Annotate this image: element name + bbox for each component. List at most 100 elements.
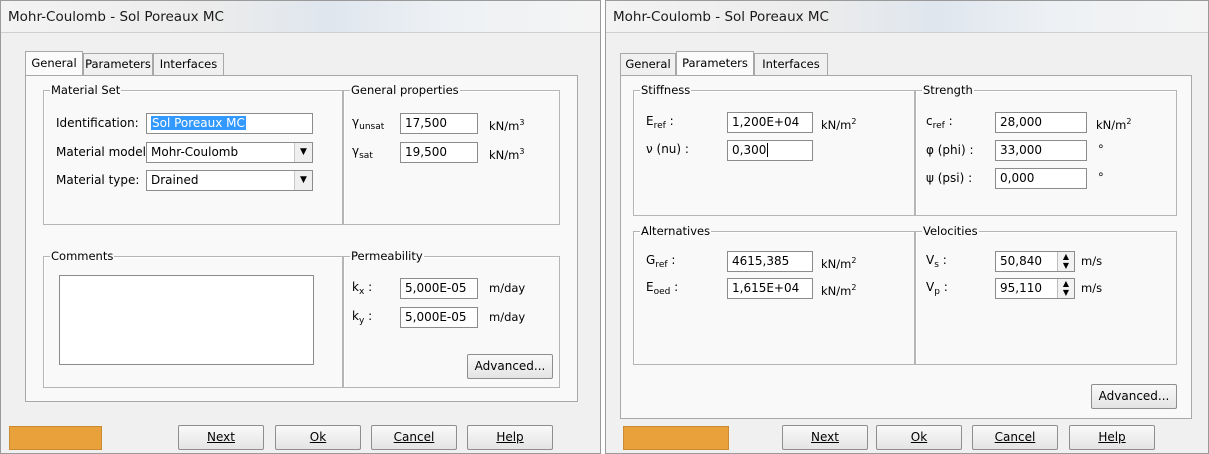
window-title: Mohr-Coulomb - Sol Poreaux MC	[8, 9, 224, 25]
chevron-down-icon[interactable]: ▼	[294, 143, 312, 162]
tab-panel: Material Set Identification: Sol Poreaux…	[25, 75, 578, 402]
unit-main: kN/m	[821, 284, 852, 298]
gamma-unsat-value: 17,500	[405, 116, 447, 130]
nu-label: ν (nu) :	[646, 142, 689, 156]
group-title: Material Set	[50, 83, 122, 97]
tab-interfaces[interactable]: Interfaces	[754, 53, 828, 75]
ok-label: Ok	[910, 430, 928, 444]
eref-input[interactable]: 1,200E+04	[727, 112, 813, 133]
alternatives-group: Alternatives Gref : 4615,385 kN/m2 Eoed …	[633, 224, 915, 365]
gamma-unsat-input[interactable]: 17,500	[400, 113, 478, 134]
gref-value: 4615,385	[732, 254, 790, 268]
help-button[interactable]: Help	[467, 425, 553, 450]
tab-general[interactable]: General	[620, 53, 676, 75]
velocities-group: Velocities Vs : 50,840 ▲ ▼ m/s Vp : 95,11…	[915, 224, 1177, 365]
gref-input[interactable]: 4615,385	[727, 251, 813, 272]
strength-group: Strength cref : 28,000 kN/m2 φ (phi) : 3…	[915, 83, 1177, 216]
tab-general[interactable]: General	[25, 51, 83, 75]
cref-input[interactable]: 28,000	[995, 112, 1087, 133]
advanced-button[interactable]: Advanced...	[467, 354, 553, 379]
comments-group: Comments	[43, 249, 343, 388]
text-caret	[767, 143, 769, 157]
gref-label: Gref :	[646, 253, 676, 270]
identification-value: Sol Poreaux MC	[151, 116, 246, 130]
group-title: Strength	[922, 83, 974, 97]
material-type-select[interactable]: Drained ▼	[146, 170, 313, 191]
eoed-label: Eoed :	[646, 280, 679, 297]
ky-unit: m/day	[489, 310, 526, 324]
eref-label: Eref :	[646, 114, 674, 131]
gamma-sat-value: 19,500	[405, 145, 447, 159]
gamma-sat-input[interactable]: 19,500	[400, 142, 478, 163]
tab-interfaces[interactable]: Interfaces	[153, 53, 224, 75]
kx-label: kx :	[352, 280, 373, 297]
color-swatch[interactable]	[623, 426, 729, 450]
unit-exp: 2	[851, 256, 857, 265]
material-set-group: Material Set Identification: Sol Poreaux…	[43, 83, 343, 225]
eoed-input[interactable]: 1,615E+04	[727, 278, 813, 299]
tab-strip: General Parameters Interfaces	[25, 51, 325, 76]
material-dialog-general: Mohr-Coulomb - Sol Poreaux MC General Pa…	[0, 0, 601, 454]
group-title: Alternatives	[640, 224, 712, 238]
chevron-down-icon[interactable]: ▼	[294, 171, 312, 190]
material-dialog-parameters: Mohr-Coulomb - Sol Poreaux MC General Pa…	[605, 0, 1209, 454]
vs-input[interactable]: 50,840 ▲ ▼	[995, 251, 1075, 272]
material-type-value: Drained	[151, 173, 199, 187]
spin-arrows-icon[interactable]: ▲ ▼	[1057, 279, 1074, 298]
psi-input[interactable]: 0,000	[995, 168, 1087, 189]
unit-exp: 2	[851, 283, 857, 292]
phi-input[interactable]: 33,000	[995, 140, 1087, 161]
eoed-value: 1,615E+04	[732, 281, 800, 295]
vp-label: Vp :	[926, 280, 948, 297]
identification-label: Identification:	[56, 116, 139, 130]
psi-label: ψ (psi) :	[926, 171, 973, 185]
comments-textarea[interactable]	[59, 275, 314, 365]
title-bar: Mohr-Coulomb - Sol Poreaux MC	[1, 1, 600, 33]
ky-input[interactable]: 5,000E-05	[400, 307, 478, 328]
unit-exp: 3	[519, 118, 525, 127]
window-title: Mohr-Coulomb - Sol Poreaux MC	[613, 9, 829, 25]
next-button[interactable]: Next	[178, 425, 264, 450]
vp-input[interactable]: 95,110 ▲ ▼	[995, 278, 1075, 299]
cref-unit: kN/m2	[1096, 114, 1131, 133]
unit-exp: 3	[519, 147, 525, 156]
next-label: Next	[207, 430, 235, 444]
eref-value: 1,200E+04	[732, 115, 800, 129]
ok-button[interactable]: Ok	[275, 425, 361, 450]
next-button[interactable]: Next	[782, 425, 868, 450]
ok-label: Ok	[309, 430, 327, 444]
advanced-button[interactable]: Advanced...	[1091, 384, 1177, 409]
unit-exp: 2	[1126, 117, 1132, 126]
material-model-select[interactable]: Mohr-Coulomb ▼	[146, 142, 313, 163]
kx-input[interactable]: 5,000E-05	[400, 278, 478, 299]
unit-main: kN/m	[821, 257, 852, 271]
vs-value: 50,840	[1000, 254, 1042, 268]
ky-value: 5,000E-05	[405, 310, 467, 324]
spin-arrows-icon[interactable]: ▲ ▼	[1057, 252, 1074, 271]
cancel-button[interactable]: Cancel	[371, 425, 457, 450]
kx-unit: m/day	[489, 281, 526, 295]
ok-button[interactable]: Ok	[876, 425, 962, 450]
help-button[interactable]: Help	[1069, 425, 1155, 450]
next-label: Next	[811, 430, 839, 444]
ky-label: ky :	[352, 309, 373, 326]
gref-unit: kN/m2	[821, 253, 856, 272]
vs-label: Vs :	[926, 253, 947, 270]
unit-main: kN/m	[1096, 118, 1127, 132]
kx-value: 5,000E-05	[405, 281, 467, 295]
help-label: Help	[496, 430, 524, 444]
tab-parameters[interactable]: Parameters	[83, 53, 153, 75]
identification-input[interactable]: Sol Poreaux MC	[146, 113, 313, 134]
gamma-sat-label: γsat	[352, 144, 373, 161]
material-type-label: Material type:	[56, 173, 140, 187]
color-swatch[interactable]	[9, 426, 102, 450]
group-title: Permeability	[350, 249, 424, 263]
cref-value: 28,000	[1000, 115, 1042, 129]
tab-parameters[interactable]: Parameters	[676, 51, 754, 75]
eref-unit: kN/m2	[821, 114, 856, 133]
nu-input[interactable]: 0,300	[727, 140, 813, 161]
cancel-button[interactable]: Cancel	[972, 425, 1058, 450]
group-title: Velocities	[922, 224, 979, 238]
phi-value: 33,000	[1000, 143, 1042, 157]
psi-unit: °	[1098, 170, 1104, 184]
